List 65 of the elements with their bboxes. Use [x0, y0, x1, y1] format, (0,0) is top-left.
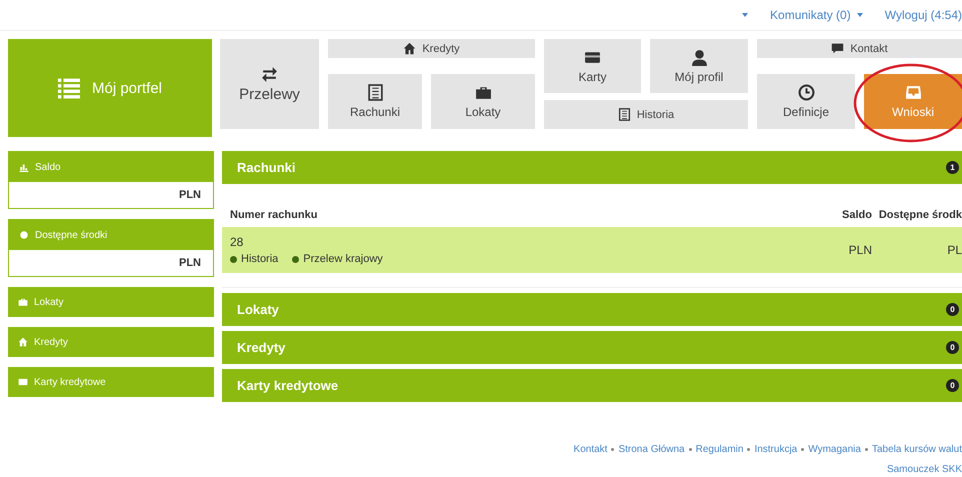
footer-link[interactable]: Kontakt: [574, 444, 608, 455]
column-header: Dostępne środk: [878, 209, 962, 221]
amount-text: PLN: [179, 189, 201, 201]
section-header[interactable]: Lokaty 0: [222, 293, 962, 326]
inbox-icon: [904, 84, 922, 101]
available-cell-text: PL: [946, 243, 962, 257]
logout-link[interactable]: Wyloguj (4:54): [884, 8, 962, 22]
transfer-icon: [261, 65, 278, 82]
separator-dot: [864, 448, 868, 451]
column-header: Numer rachunku: [230, 209, 318, 221]
footer-link[interactable]: Regulamin: [696, 444, 744, 455]
account-action-link[interactable]: Przelew krajowy: [292, 253, 383, 265]
dot-icon: [19, 230, 29, 240]
count-badge: 0: [946, 303, 959, 316]
separator-dot: [688, 448, 692, 451]
caret-icon[interactable]: [742, 13, 748, 17]
count-badge: 0: [946, 341, 959, 354]
account-number: 28: [230, 235, 244, 249]
nav-tile[interactable]: Kredyty: [328, 39, 535, 58]
separator-dot: [747, 448, 750, 451]
column-header: Saldo: [841, 209, 872, 221]
footer-link[interactable]: Strona Główna: [618, 444, 685, 455]
separator-dot: [611, 448, 614, 451]
balance-cell-text: PLN: [848, 243, 872, 257]
nav-tile[interactable]: Lokaty: [431, 74, 535, 129]
chart-icon: [19, 162, 29, 172]
person-icon: [690, 48, 708, 66]
caret-icon: [856, 13, 863, 17]
nav-tile[interactable]: Wnioski: [864, 74, 962, 129]
separator-dot: [801, 448, 804, 451]
count-badge: 1: [946, 161, 959, 174]
ledger-icon: [618, 108, 631, 121]
footer-link[interactable]: Samouczek SKK: [886, 464, 962, 475]
briefcase-icon: [474, 84, 492, 101]
footer-link[interactable]: Tabela kursów walut: [872, 444, 962, 455]
clock-icon: [798, 84, 814, 101]
nav-tile[interactable]: Rachunki: [328, 74, 422, 129]
home-icon: [18, 337, 28, 347]
amount-text: PLN: [179, 257, 201, 269]
messages-link[interactable]: Komunikaty (0): [770, 8, 863, 22]
sidebar-item[interactable]: Lokaty: [8, 287, 214, 317]
chat-icon: [831, 42, 844, 55]
account-action-link[interactable]: Historia: [230, 253, 278, 265]
nav-tile[interactable]: Karty: [544, 39, 641, 93]
count-badge: 0: [946, 379, 959, 392]
sidebar-item[interactable]: Dostępne środki: [9, 220, 213, 250]
footer-link[interactable]: Instrukcja: [754, 444, 798, 455]
nav-tile[interactable]: Przelewy: [220, 39, 319, 129]
nav-tile[interactable]: Historia: [544, 100, 748, 129]
section-header[interactable]: Rachunki 1: [222, 151, 962, 184]
sidebar-item[interactable]: Kredyty: [8, 327, 214, 357]
footer-link[interactable]: Wymagania: [808, 444, 861, 455]
section-header[interactable]: Karty kredytowe 0: [222, 369, 962, 402]
sidebar-item[interactable]: Saldo: [9, 152, 213, 182]
nav-tile[interactable]: Kontakt: [757, 39, 962, 58]
portfolio-tile[interactable]: Mój portfel: [8, 39, 212, 137]
ledger-icon: [366, 84, 384, 101]
nav-tile[interactable]: Mój profil: [650, 39, 748, 93]
card-icon: [18, 377, 28, 387]
nav-tile[interactable]: Definicje: [757, 74, 855, 129]
section-header[interactable]: Kredyty 0: [222, 331, 962, 364]
briefcase-icon: [18, 297, 28, 307]
home-icon: [403, 42, 416, 55]
sidebar-item[interactable]: Karty kredytowe: [8, 367, 214, 397]
list-icon: [58, 77, 80, 99]
